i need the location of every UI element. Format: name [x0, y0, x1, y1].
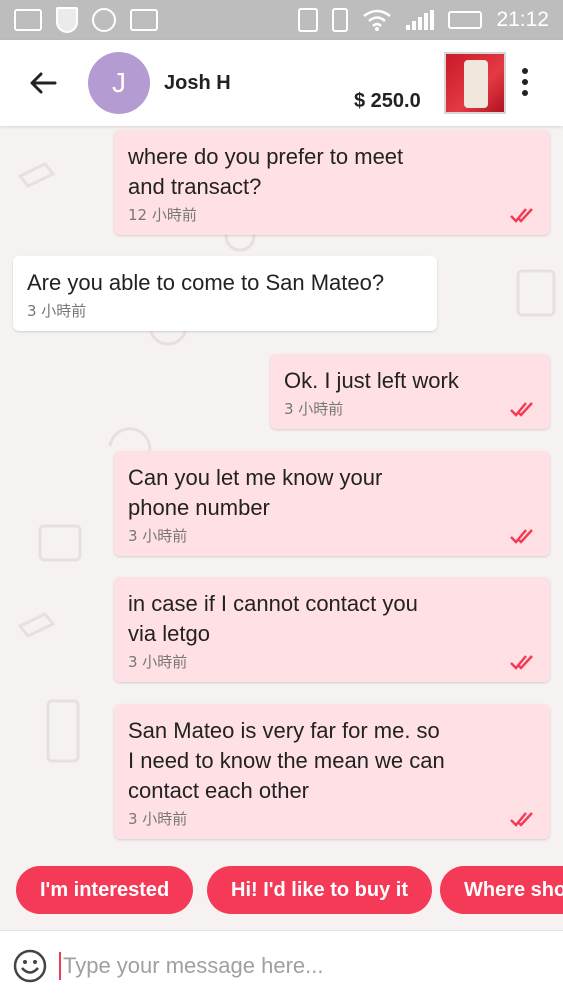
- arrow-left-icon: [30, 72, 57, 94]
- message-bubble-incoming[interactable]: Are you able to come to San Mateo? 3 小時前: [13, 256, 437, 331]
- message-composer: [0, 930, 563, 1000]
- double-check-icon: [510, 401, 533, 417]
- image-icon: [14, 9, 42, 31]
- message-text: Can you let me know your phone number: [128, 465, 383, 520]
- avatar-initial: J: [112, 67, 126, 98]
- message-time: 3 小時前: [128, 810, 188, 828]
- back-button[interactable]: [20, 60, 66, 106]
- message-time: 3 小時前: [128, 527, 188, 545]
- quick-reply-interested[interactable]: I'm interested: [16, 866, 194, 914]
- chat-messages[interactable]: where do you prefer to meet and transact…: [0, 126, 563, 856]
- headphones-icon: [92, 8, 116, 32]
- message-bubble-outgoing[interactable]: where do you prefer to meet and transact…: [114, 130, 550, 235]
- message-input[interactable]: [63, 952, 523, 979]
- message-bubble-outgoing[interactable]: Can you let me know your phone number 3 …: [114, 451, 550, 556]
- emoji-icon[interactable]: [13, 949, 47, 983]
- quick-reply-where[interactable]: Where sho: [440, 866, 563, 914]
- message-time: 3 小時前: [284, 400, 344, 418]
- message-text: in case if I cannot contact you via letg…: [128, 591, 418, 646]
- double-check-icon: [510, 654, 533, 670]
- message-bubble-outgoing[interactable]: Ok. I just left work 3 小時前: [270, 354, 550, 429]
- avatar[interactable]: J: [88, 52, 150, 114]
- signal-icon: [406, 10, 435, 30]
- chat-header: J Josh H $ 250.0: [0, 40, 563, 126]
- wifi-icon: [363, 9, 392, 31]
- more-options-button[interactable]: [518, 68, 532, 96]
- text-cursor: [59, 951, 61, 980]
- message-text: San Mateo is very far for me. so I need …: [128, 718, 445, 803]
- battery-icon: [448, 11, 483, 29]
- shield-icon: [56, 7, 78, 33]
- message-text: Ok. I just left work: [284, 368, 459, 393]
- status-bar: 21:12: [0, 0, 563, 40]
- message-bubble-outgoing[interactable]: San Mateo is very far for me. so I need …: [114, 704, 550, 839]
- message-time: 3 小時前: [128, 653, 188, 671]
- nfc-icon: [298, 8, 319, 32]
- message-text: Are you able to come to San Mateo?: [27, 270, 385, 295]
- quick-reply-buy[interactable]: Hi! I'd like to buy it: [207, 866, 432, 914]
- product-price: $ 250.0: [354, 90, 421, 112]
- message-text: where do you prefer to meet and transact…: [128, 144, 404, 199]
- more-vertical-icon: [522, 68, 528, 74]
- quick-replies: I'm interested Hi! I'd like to buy it Wh…: [0, 866, 563, 916]
- product-thumbnail[interactable]: [444, 52, 506, 114]
- status-time: 21:12: [496, 8, 549, 31]
- double-check-icon: [510, 207, 533, 223]
- double-check-icon: [510, 528, 533, 544]
- double-check-icon: [510, 811, 533, 827]
- contact-name[interactable]: Josh H: [164, 72, 231, 95]
- message-time: 12 小時前: [128, 206, 197, 224]
- message-time: 3 小時前: [27, 302, 87, 320]
- message-bubble-outgoing[interactable]: in case if I cannot contact you via letg…: [114, 577, 550, 682]
- keyboard-icon: [130, 9, 158, 31]
- vibrate-icon: [332, 8, 349, 32]
- product-image: [464, 60, 488, 108]
